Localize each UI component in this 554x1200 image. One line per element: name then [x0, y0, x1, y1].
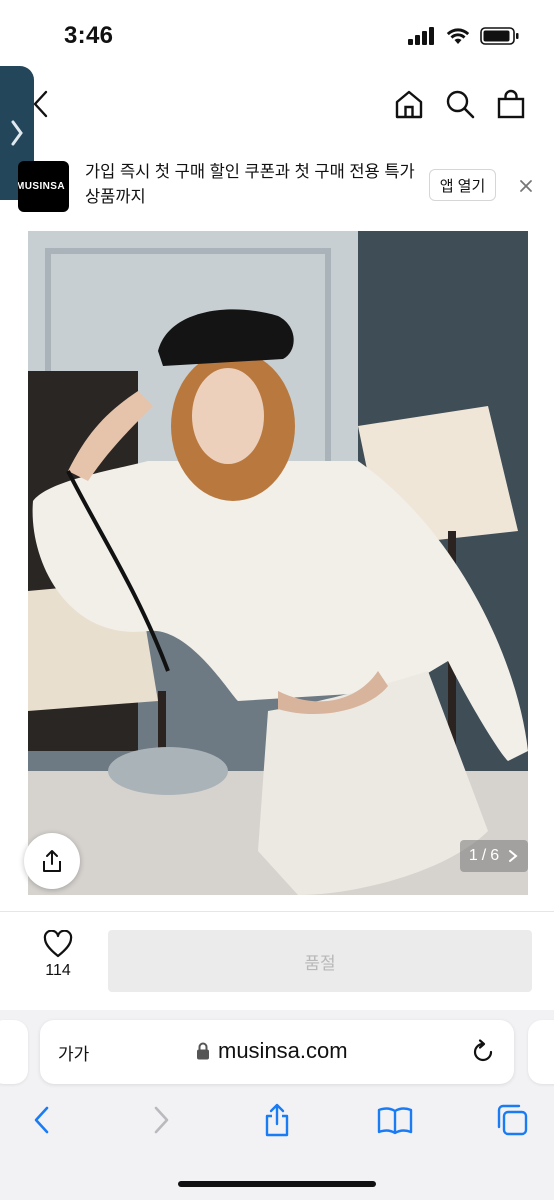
chevron-right-icon	[11, 120, 23, 146]
share-icon	[43, 850, 61, 872]
text-size-button[interactable]: 가가	[58, 1040, 89, 1065]
product-image[interactable]	[28, 231, 528, 895]
home-indicator	[178, 1181, 376, 1187]
status-time: 3:46	[64, 22, 114, 49]
close-icon	[520, 180, 532, 192]
reload-icon	[473, 1039, 493, 1062]
heart-icon	[43, 930, 73, 958]
reload-button[interactable]	[469, 1038, 497, 1066]
back-chevron-icon	[33, 90, 48, 118]
open-app-button[interactable]: 앱 열기	[429, 169, 496, 201]
bookmarks-icon	[377, 1107, 413, 1135]
tabs-button[interactable]	[492, 1100, 532, 1140]
share-button[interactable]	[24, 833, 80, 889]
safari-back-button[interactable]	[22, 1100, 62, 1140]
page-current: 1	[468, 847, 478, 864]
bookmarks-button[interactable]	[375, 1100, 415, 1140]
product-photo-illustration	[28, 231, 528, 895]
safari-forward-button[interactable]	[141, 1100, 181, 1140]
divider	[0, 911, 554, 912]
url-text: musinsa.com	[218, 1038, 348, 1063]
home-button[interactable]	[392, 86, 426, 122]
banner-close-button[interactable]	[514, 174, 538, 198]
search-icon	[446, 90, 475, 119]
battery-icon	[480, 27, 519, 45]
page-separator: /	[481, 847, 487, 864]
musinsa-logo: MUSINSA	[18, 161, 69, 212]
previous-tab-preview[interactable]	[0, 1020, 28, 1084]
back-button[interactable]	[28, 86, 58, 122]
search-button[interactable]	[443, 86, 477, 122]
shopping-bag-icon	[497, 89, 525, 119]
safari-share-button[interactable]	[257, 1100, 297, 1140]
share-icon	[265, 1103, 289, 1137]
signal-icon	[408, 27, 434, 45]
image-page-indicator[interactable]: 1 / 6	[460, 840, 528, 872]
cart-button[interactable]	[494, 86, 528, 122]
banner-message: 가입 즉시 첫 구매 할인 쿠폰과 첫 구매 전용 특가 상품까지	[85, 163, 415, 206]
url-display[interactable]: musinsa.com	[196, 1038, 348, 1064]
wifi-icon	[446, 28, 470, 44]
forward-icon	[154, 1106, 169, 1134]
chevron-right-icon	[509, 850, 518, 862]
like-button[interactable]: 114	[30, 930, 86, 990]
page-total: 6	[490, 847, 500, 864]
home-icon	[395, 90, 423, 119]
logo-text: MUSINSA	[18, 181, 65, 192]
next-tab-preview[interactable]	[528, 1020, 554, 1084]
back-icon	[34, 1106, 49, 1134]
soldout-button[interactable]: 품절	[108, 930, 532, 992]
status-icons	[408, 26, 520, 46]
like-count: 114	[45, 962, 71, 979]
tabs-icon	[497, 1104, 528, 1136]
lock-icon	[197, 1042, 209, 1060]
